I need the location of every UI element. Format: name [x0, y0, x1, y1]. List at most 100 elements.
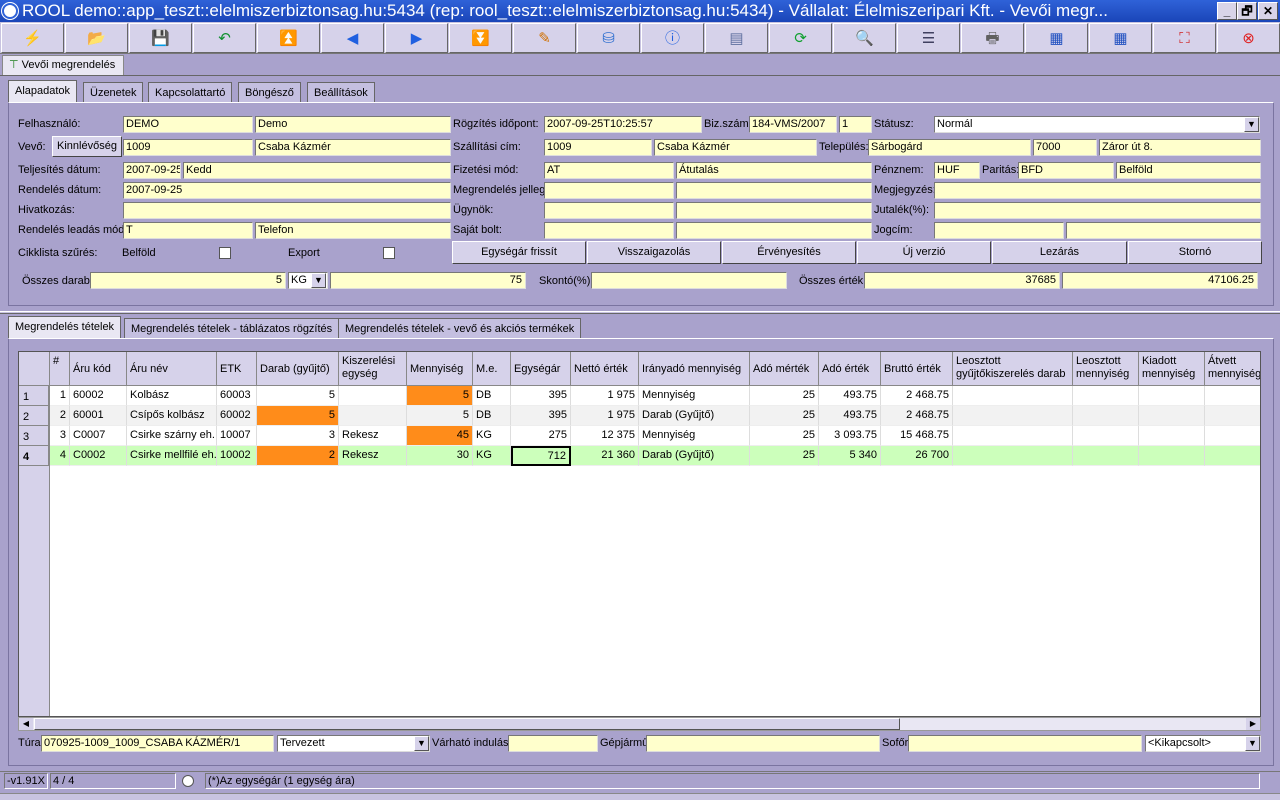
- splitter[interactable]: [0, 311, 1280, 314]
- grid-cell-ar[interactable]: 395: [511, 406, 571, 426]
- grid-cell-ado_e[interactable]: 5 340: [819, 446, 881, 466]
- col-header[interactable]: Leosztott gyűjtőkiszerelés darab: [953, 352, 1073, 386]
- grid-cell[interactable]: [1073, 426, 1139, 446]
- grid-cell-ado_m[interactable]: 25: [750, 406, 819, 426]
- grid-cell-nev[interactable]: Csirke mellfilé eh.: [127, 446, 217, 466]
- chevron-down-icon[interactable]: ▼: [414, 736, 429, 751]
- egysegar-frissit-button[interactable]: Egységár frissít: [452, 241, 586, 264]
- first-icon[interactable]: ⏫: [257, 23, 320, 53]
- ervenyesites-button[interactable]: Érvényesítés: [722, 241, 856, 264]
- scroll-left-icon[interactable]: ◀: [19, 718, 33, 730]
- refresh-icon[interactable]: ⟳: [769, 23, 832, 53]
- jelleg-code-field[interactable]: [544, 182, 674, 199]
- col-header[interactable]: Darab (gyűjtő): [257, 352, 339, 386]
- tab-tetelek[interactable]: Megrendelés tételek: [8, 316, 122, 339]
- grid-cell-n[interactable]: 4: [50, 446, 70, 466]
- grid-cell-kod[interactable]: C0002: [70, 446, 127, 466]
- sajat-bolt-name-field[interactable]: [676, 222, 872, 239]
- scroll-thumb[interactable]: [34, 718, 900, 730]
- megjegyzes-field[interactable]: [934, 182, 1261, 199]
- col-header[interactable]: Áru kód: [70, 352, 127, 386]
- szallitasi-code-field[interactable]: 1009: [544, 139, 652, 156]
- ugynok-name-field[interactable]: [676, 202, 872, 219]
- grid-cell-n[interactable]: 1: [50, 386, 70, 406]
- tab-akcios[interactable]: Megrendelés tételek - vevő és akciós ter…: [338, 318, 582, 339]
- tervezett-select[interactable]: Tervezett: [277, 735, 430, 752]
- sofor-field[interactable]: [908, 735, 1142, 752]
- grid-cell[interactable]: [1073, 386, 1139, 406]
- grid-cell-kod[interactable]: 60002: [70, 386, 127, 406]
- grid-cell[interactable]: [1139, 386, 1205, 406]
- save-icon[interactable]: 💾: [129, 23, 192, 53]
- grid-cell-ado_m[interactable]: 25: [750, 426, 819, 446]
- grid-cell[interactable]: [1139, 426, 1205, 446]
- lezaras-button[interactable]: Lezárás: [992, 241, 1127, 264]
- grid-cell-brutto[interactable]: 2 468.75: [881, 406, 953, 426]
- grid-cell-kisz[interactable]: [339, 406, 407, 426]
- grid-cell-ado_e[interactable]: 3 093.75: [819, 426, 881, 446]
- felhasznalo-name-field[interactable]: Demo: [255, 116, 451, 133]
- fit-icon[interactable]: ⛶: [1153, 23, 1216, 53]
- grid-cell-kisz[interactable]: [339, 386, 407, 406]
- rogzites-field[interactable]: 2007-09-25T10:25:57: [544, 116, 702, 133]
- grid-cell-netto[interactable]: 12 375: [571, 426, 639, 446]
- vevo-name-field[interactable]: Csaba Kázmér: [255, 139, 451, 156]
- szallitasi-name-field[interactable]: Csaba Kázmér: [654, 139, 817, 156]
- grid-cell-kisz[interactable]: Rekesz: [339, 446, 407, 466]
- grid-cell-darab[interactable]: 2: [257, 446, 339, 466]
- kikapcsolt-select[interactable]: <Kikapcsolt>: [1145, 735, 1261, 752]
- grid-cell-netto[interactable]: 1 975: [571, 386, 639, 406]
- col-header[interactable]: Nettó érték: [571, 352, 639, 386]
- grid-cell-ar[interactable]: 712: [511, 446, 571, 466]
- grid-cell-nev[interactable]: Csirke szárny eh.: [127, 426, 217, 446]
- grid-cell-kod[interactable]: 60001: [70, 406, 127, 426]
- print-icon[interactable]: 🖶: [961, 23, 1024, 53]
- col-header[interactable]: ETK: [217, 352, 257, 386]
- grid-cell[interactable]: [953, 406, 1073, 426]
- grid-cell-ado_e[interactable]: 493.75: [819, 386, 881, 406]
- teljesites-date-field[interactable]: 2007-09-25: [123, 162, 181, 179]
- grid-cell-menny[interactable]: 5: [407, 406, 473, 426]
- close-window-button[interactable]: ✕: [1258, 2, 1278, 20]
- radio-icon[interactable]: [182, 775, 194, 787]
- grid-cell-me[interactable]: DB: [473, 406, 511, 426]
- grid-cell[interactable]: [953, 426, 1073, 446]
- tab-alapadatok[interactable]: Alapadatok: [8, 80, 78, 103]
- hivatkozas-field[interactable]: [123, 202, 451, 219]
- gepjarmu-field[interactable]: [646, 735, 880, 752]
- rendeles-datum-field[interactable]: 2007-09-25: [123, 182, 451, 199]
- col-header[interactable]: Adó érték: [819, 352, 881, 386]
- edit-icon[interactable]: ✎: [513, 23, 576, 53]
- grid-cell[interactable]: [1205, 446, 1260, 466]
- grid-cell[interactable]: [1139, 446, 1205, 466]
- layout-icon[interactable]: ▤: [705, 23, 768, 53]
- netto-ossz-field[interactable]: 37685: [864, 272, 1060, 289]
- fizetesi-name-field[interactable]: Átutalás: [676, 162, 872, 179]
- grid-cell-darab[interactable]: 5: [257, 406, 339, 426]
- info-icon[interactable]: ⓘ: [641, 23, 704, 53]
- col-header[interactable]: Áru név: [127, 352, 217, 386]
- database-icon[interactable]: ⛁: [577, 23, 640, 53]
- prev-icon[interactable]: ◀: [321, 23, 384, 53]
- search-icon[interactable]: 🔍: [833, 23, 896, 53]
- grid-cell-n[interactable]: 3: [50, 426, 70, 446]
- document-tab[interactable]: ⊤ Vevői megrendelés: [2, 55, 124, 75]
- grid-cell[interactable]: [1073, 406, 1139, 426]
- grid-cell-kisz[interactable]: Rekesz: [339, 426, 407, 446]
- grid-cell-etk[interactable]: 10007: [217, 426, 257, 446]
- col-header[interactable]: Adó mérték: [750, 352, 819, 386]
- grid-cell-darab[interactable]: 3: [257, 426, 339, 446]
- grid-cell-netto[interactable]: 1 975: [571, 406, 639, 426]
- jogcim-name-field[interactable]: [1066, 222, 1261, 239]
- grid-cell[interactable]: [1205, 386, 1260, 406]
- grid-cell-etk[interactable]: 60002: [217, 406, 257, 426]
- items-grid[interactable]: # Áru kód Áru név ETK Darab (gyűjtő) Kis…: [18, 351, 1261, 717]
- grid-cell-me[interactable]: KG: [473, 446, 511, 466]
- open-icon[interactable]: 📂: [65, 23, 128, 53]
- chevron-down-icon[interactable]: ▼: [1244, 117, 1259, 132]
- brutto-ossz-field[interactable]: 47106.25: [1062, 272, 1258, 289]
- grid-cell-brutto[interactable]: 26 700: [881, 446, 953, 466]
- penznem-field[interactable]: HUF: [934, 162, 980, 179]
- row-header[interactable]: 4: [19, 446, 49, 466]
- grid-cell-ado_e[interactable]: 493.75: [819, 406, 881, 426]
